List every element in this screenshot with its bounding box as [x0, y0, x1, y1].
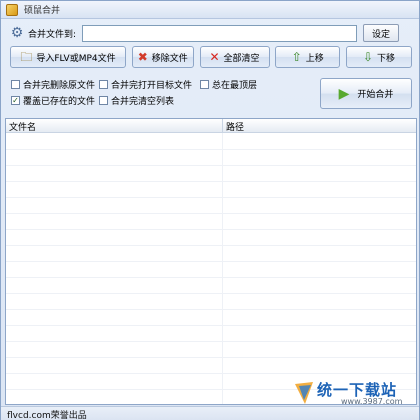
row-gridline [6, 357, 416, 358]
start-merge-label: 开始合并 [357, 90, 394, 100]
merge-target-row: ⚙ 合并文件到: 设定 [10, 24, 410, 42]
window-title: 硕鼠合并 [24, 6, 61, 16]
clear-x-icon: ✕ [209, 50, 220, 64]
watermark-logo-icon [295, 382, 313, 404]
set-button[interactable]: 设定 [363, 24, 399, 42]
remove-file-label: 移除文件 [151, 53, 188, 64]
merge-target-input[interactable] [82, 24, 357, 42]
option-always-on-top[interactable]: 总在最顶层 [200, 78, 257, 91]
title-bar: 硕鼠合并 [1, 1, 419, 19]
file-list-header: 文件名 路径 [6, 119, 416, 133]
row-gridline [6, 341, 416, 342]
app-logo-icon [6, 3, 18, 16]
checkbox[interactable] [99, 96, 108, 105]
move-down-label: 下移 [377, 53, 396, 64]
move-down-button[interactable]: ⇩ 下移 [346, 46, 412, 68]
arrow-down-icon: ⇩ [362, 50, 374, 64]
play-icon: ▶ [338, 85, 350, 102]
option-delete-source[interactable]: 合并完删除原文件 [11, 78, 95, 91]
merge-target-label: 合并文件到: [28, 29, 77, 40]
app-window: 硕鼠合并 ⚙ 合并文件到: 设定 🗀 导入FLV或MP4文件 ✖ 移除文件 ✕ … [0, 0, 420, 420]
row-gridline [6, 149, 416, 150]
column-gridline [222, 133, 223, 404]
remove-file-icon: ✖ [137, 50, 148, 64]
checkbox[interactable] [200, 80, 209, 89]
import-files-label: 导入FLV或MP4文件 [36, 53, 116, 64]
toolbar: 🗀 导入FLV或MP4文件 ✖ 移除文件 ✕ 全部清空 ⇧ 上移 ⇩ 下移 [10, 46, 412, 68]
row-gridline [6, 293, 416, 294]
file-list-body [6, 133, 416, 404]
option-clear-list[interactable]: 合并完清空列表 [99, 94, 174, 107]
row-gridline [6, 245, 416, 246]
column-divider[interactable] [222, 119, 223, 133]
row-gridline [6, 309, 416, 310]
row-gridline [6, 277, 416, 278]
watermark: 统一下载站 www.3987.com [293, 377, 415, 411]
remove-file-button[interactable]: ✖ 移除文件 [131, 46, 194, 68]
column-header-path[interactable]: 路径 [226, 120, 244, 133]
row-gridline [6, 181, 416, 182]
clear-all-button[interactable]: ✕ 全部清空 [199, 46, 270, 68]
option-label: 合并完删除原文件 [23, 81, 96, 91]
status-text: flvcd.com荣誉出品 [7, 411, 87, 420]
row-gridline [6, 165, 416, 166]
checkbox[interactable] [11, 80, 20, 89]
clear-all-label: 全部清空 [223, 53, 260, 64]
column-header-filename[interactable]: 文件名 [9, 120, 36, 133]
option-open-target[interactable]: 合并完打开目标文件 [99, 78, 192, 91]
move-up-button[interactable]: ⇧ 上移 [275, 46, 341, 68]
row-gridline [6, 197, 416, 198]
import-files-button[interactable]: 🗀 导入FLV或MP4文件 [10, 46, 126, 68]
option-label: 合并完清空列表 [111, 97, 175, 107]
row-gridline [6, 325, 416, 326]
option-label: 覆盖已存在的文件 [23, 97, 96, 107]
row-gridline [6, 213, 416, 214]
arrow-up-icon: ⇧ [291, 50, 302, 64]
option-label: 合并完打开目标文件 [111, 81, 193, 91]
file-list[interactable]: 文件名 路径 [5, 118, 417, 405]
option-label: 总在最顶层 [212, 81, 258, 91]
row-gridline [6, 373, 416, 374]
option-overwrite-existing[interactable]: ✓ 覆盖已存在的文件 [11, 94, 95, 107]
checkbox-checked[interactable]: ✓ [11, 96, 20, 105]
watermark-url: www.3987.com [341, 397, 403, 406]
row-gridline [6, 229, 416, 230]
checkbox[interactable] [99, 80, 108, 89]
gear-icon: ⚙ [10, 25, 24, 41]
move-up-label: 上移 [305, 53, 324, 64]
row-gridline [6, 261, 416, 262]
start-merge-button[interactable]: ▶ 开始合并 [320, 78, 412, 109]
folder-add-icon: 🗀 [20, 50, 33, 64]
